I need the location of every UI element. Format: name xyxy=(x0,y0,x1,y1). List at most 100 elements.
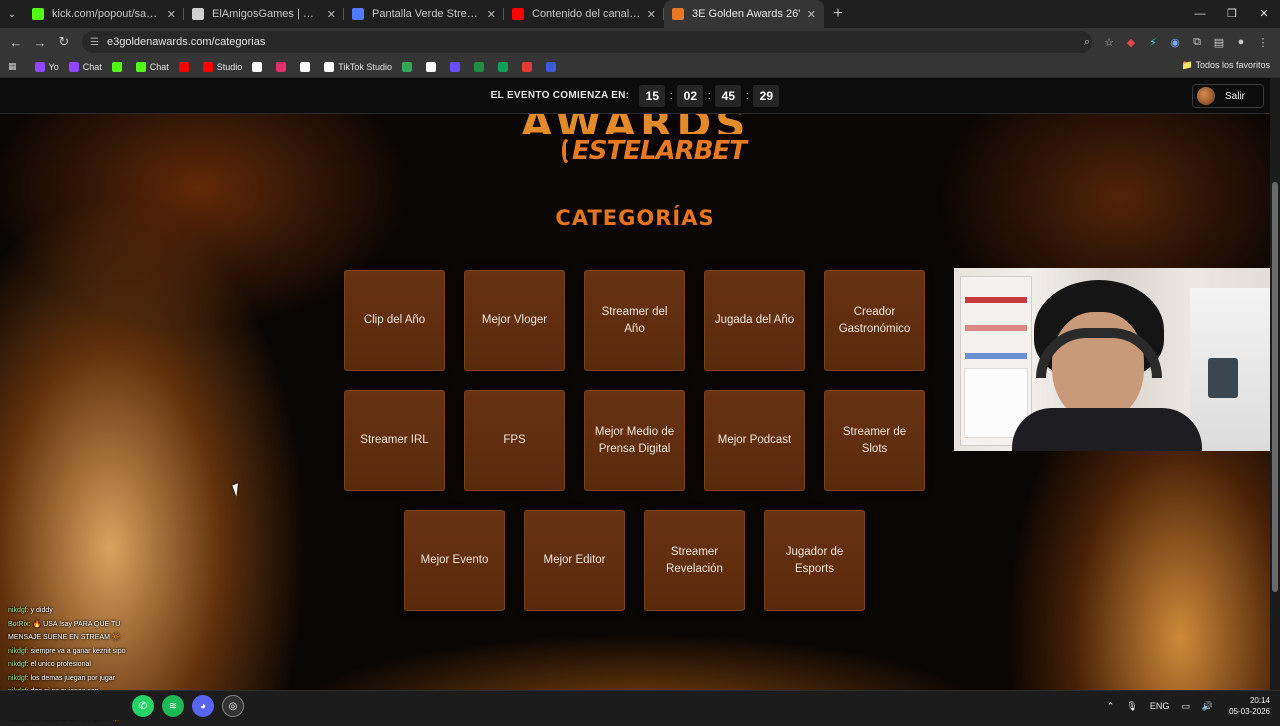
obs-icon[interactable]: ◎ xyxy=(222,695,244,717)
bookmark-item[interactable]: Chat xyxy=(135,61,169,72)
category-card[interactable]: Streamer de Slots xyxy=(824,390,925,491)
url-input[interactable]: ☰ e3goldenawards.com/categorias xyxy=(82,31,1092,53)
bookmark-item[interactable] xyxy=(497,61,512,72)
chat-username: BotRix: xyxy=(8,620,31,628)
category-card[interactable]: Mejor Vloger xyxy=(464,270,565,371)
tray-chevron-icon[interactable]: ⌃ xyxy=(1107,701,1115,712)
browser-tab-bar: ⌄ kick.com/popout/samuelon/ch✕ElAmigosGa… xyxy=(0,0,1280,28)
chat-message: nikdgf: los demas juegan por jugar xyxy=(8,672,168,686)
sponsor-name: ESTELARBET xyxy=(572,136,747,166)
clock[interactable]: 20:14 05-03-2026 xyxy=(1229,695,1270,717)
all-bookmarks-button[interactable]: 📁 Todos los favoritos xyxy=(1182,60,1270,71)
bookmark-favicon-icon xyxy=(324,61,335,72)
page-scrollbar[interactable] xyxy=(1270,78,1280,690)
chat-message: MENSAJE SUENE EN STREAM 🔆 xyxy=(8,631,168,645)
site-info-icon[interactable]: ☰ xyxy=(90,37,99,48)
category-card[interactable]: Mejor Editor xyxy=(524,510,625,611)
bookmark-item[interactable] xyxy=(521,61,536,72)
spotify-icon[interactable]: ≋ xyxy=(162,695,184,717)
whatsapp-icon[interactable]: ✆ xyxy=(132,695,154,717)
bookmark-item[interactable]: Yo xyxy=(34,61,59,72)
menu-icon[interactable]: ⋮ xyxy=(1252,36,1274,49)
apps-icon[interactable]: ▦ xyxy=(8,61,17,72)
chat-text: 🔥 USA !say PARA QUE TU xyxy=(32,620,121,628)
category-card[interactable]: Creador Gastronómico xyxy=(824,270,925,371)
bookmark-item[interactable] xyxy=(449,61,464,72)
mouse-cursor xyxy=(232,481,248,497)
category-card[interactable]: Streamer del Año xyxy=(584,270,685,371)
tab-favicon-icon xyxy=(352,8,364,20)
extension-icon[interactable]: ◆ xyxy=(1120,36,1142,49)
bookmark-item[interactable]: Chat xyxy=(68,61,102,72)
zoom-icon[interactable]: ⌕ xyxy=(1076,36,1098,49)
restore-icon[interactable]: ❐ xyxy=(1216,0,1248,28)
tab-title: Contenido del canal - YouTube xyxy=(532,8,641,20)
close-tab-icon[interactable]: ✕ xyxy=(167,8,176,21)
back-icon[interactable]: ← xyxy=(4,35,28,50)
tab-title: 3E Golden Awards 26' xyxy=(692,8,801,20)
address-bar: ← → ↻ ☰ e3goldenawards.com/categorias ⌕ … xyxy=(0,28,1280,56)
profile-avatar[interactable]: ● xyxy=(1230,36,1252,48)
bookmark-favicon-icon xyxy=(202,61,213,72)
bookmark-item[interactable]: TikTok Studio xyxy=(324,61,392,72)
bookmark-item[interactable] xyxy=(111,61,126,72)
bookmark-item[interactable] xyxy=(425,61,440,72)
taskbar-apps: ✆ ≋ ◕ ◎ xyxy=(132,695,252,717)
browser-tab[interactable]: ElAmigosGames | Download ga ✕ xyxy=(184,0,344,28)
countdown-separator: : xyxy=(707,89,711,102)
countdown-separator: : xyxy=(669,89,673,102)
bookmark-item[interactable] xyxy=(401,61,416,72)
bookmark-favicon-icon xyxy=(449,61,460,72)
bookmark-item[interactable]: Studio xyxy=(202,61,242,72)
category-card[interactable]: Streamer IRL xyxy=(344,390,445,491)
bookmark-item[interactable] xyxy=(252,61,266,72)
discord-icon[interactable]: ◕ xyxy=(192,695,214,717)
bookmark-favicon-icon xyxy=(111,61,122,72)
scrollbar-thumb[interactable] xyxy=(1272,182,1278,592)
bookmark-favicon-icon xyxy=(473,61,484,72)
category-card[interactable]: Mejor Evento xyxy=(404,510,505,611)
browser-tab[interactable]: kick.com/popout/samuelon/ch ✕ xyxy=(24,0,184,28)
bookmark-item[interactable] xyxy=(300,61,314,72)
network-icon[interactable]: ▭ xyxy=(1181,701,1190,712)
tab-search-icon[interactable]: ⌄ xyxy=(0,0,24,28)
sidebar-icon[interactable]: ▤ xyxy=(1208,36,1230,49)
extension-icon[interactable]: ⚡ xyxy=(1142,36,1164,49)
bookmark-item[interactable] xyxy=(545,61,560,72)
background-desk xyxy=(1190,288,1270,451)
bookmark-label: Chat xyxy=(82,61,102,72)
close-tab-icon[interactable]: ✕ xyxy=(647,8,656,21)
reload-icon[interactable]: ↻ xyxy=(52,34,76,50)
volume-icon[interactable]: 🔊 xyxy=(1202,701,1213,712)
browser-tab[interactable]: Pantalla Verde Streamplify, 2m ✕ xyxy=(344,0,504,28)
close-tab-icon[interactable]: ✕ xyxy=(807,8,816,21)
toolbar-actions: ⌕ ☆ ◆ ⚡ ◉ ⧉ ▤ ● ⋮ xyxy=(1076,28,1274,56)
close-tab-icon[interactable]: ✕ xyxy=(327,8,336,21)
category-card[interactable]: FPS xyxy=(464,390,565,491)
category-card[interactable]: Jugada del Año xyxy=(704,270,805,371)
bookmark-item[interactable] xyxy=(276,61,290,72)
category-card[interactable]: Jugador de Esports xyxy=(764,510,865,611)
new-tab-button[interactable]: + xyxy=(824,5,852,23)
minimize-icon[interactable]: — xyxy=(1184,0,1216,28)
countdown-label: EL EVENTO COMIENZA EN: xyxy=(490,90,630,101)
countdown-seconds: 29 xyxy=(753,84,780,107)
close-window-icon[interactable]: ✕ xyxy=(1248,0,1280,28)
bookmark-item[interactable] xyxy=(178,61,193,72)
microphone-icon[interactable]: 🎙 xyxy=(1126,701,1137,712)
extension-icon[interactable]: ◉ xyxy=(1164,36,1186,49)
browser-tab[interactable]: 3E Golden Awards 26' ✕ xyxy=(664,0,824,28)
forward-icon[interactable]: → xyxy=(28,35,52,50)
category-card[interactable]: Mejor Podcast xyxy=(704,390,805,491)
browser-tab[interactable]: Contenido del canal - YouTube ✕ xyxy=(504,0,664,28)
puzzle-icon[interactable]: ⧉ xyxy=(1186,36,1208,49)
exit-button[interactable]: Salir xyxy=(1192,84,1264,108)
category-card[interactable]: Mejor Medio de Prensa Digital xyxy=(584,390,685,491)
clock-time: 20:14 xyxy=(1249,696,1270,705)
category-card[interactable]: Streamer Revelación xyxy=(644,510,745,611)
close-tab-icon[interactable]: ✕ xyxy=(487,8,496,21)
bookmark-star-icon[interactable]: ☆ xyxy=(1098,36,1120,49)
bookmark-item[interactable] xyxy=(473,61,488,72)
language-indicator[interactable]: ENG xyxy=(1150,701,1170,711)
category-card[interactable]: Clip del Año xyxy=(344,270,445,371)
